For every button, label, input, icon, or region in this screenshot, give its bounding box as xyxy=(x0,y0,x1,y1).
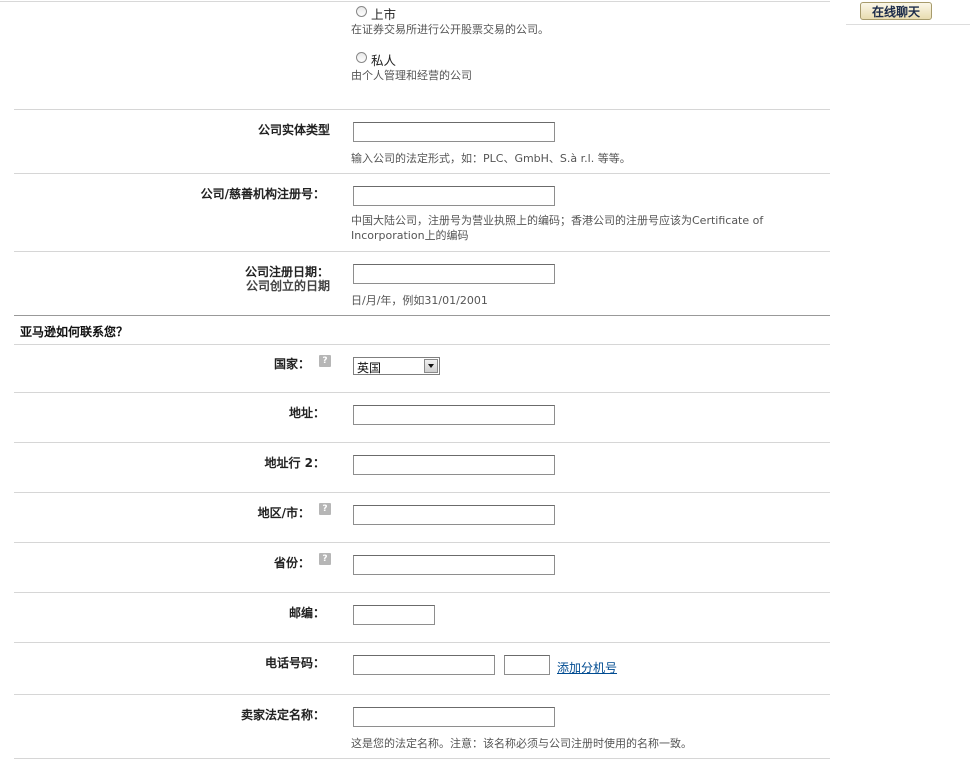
chevron-down-icon[interactable] xyxy=(424,359,438,373)
add-extension-link[interactable]: 添加分机号 xyxy=(557,659,617,676)
phone-label: 电话号码： xyxy=(264,656,325,670)
divider xyxy=(14,392,830,393)
province-label: 省份： xyxy=(273,556,310,570)
divider xyxy=(14,344,830,345)
reg-number-label: 公司/慈善机构注册号： xyxy=(200,187,325,201)
divider xyxy=(14,694,830,695)
phone-input[interactable] xyxy=(353,655,495,675)
private-radio[interactable] xyxy=(356,52,367,63)
help-question-icon[interactable]: ? xyxy=(319,355,331,367)
private-help: 由个人管理和经营的公司 xyxy=(351,69,472,82)
country-label: 国家： xyxy=(273,357,310,371)
postcode-label: 邮编： xyxy=(288,606,325,620)
province-input[interactable] xyxy=(353,555,555,575)
address2-input[interactable] xyxy=(353,455,555,475)
divider xyxy=(14,442,830,443)
legal-name-help: 这是您的法定名称。注意：该名称必须与公司注册时使用的名称一致。 xyxy=(351,737,692,750)
city-input[interactable] xyxy=(353,505,555,525)
divider xyxy=(14,109,830,110)
listed-help: 在证券交易所进行公开股票交易的公司。 xyxy=(351,23,549,36)
divider xyxy=(14,173,830,174)
live-chat-button[interactable]: 在线聊天 xyxy=(860,2,932,20)
entity-type-input[interactable] xyxy=(353,122,555,142)
postcode-input[interactable] xyxy=(353,605,435,625)
section-divider xyxy=(14,315,830,316)
divider xyxy=(14,642,830,643)
reg-date-help: 日/月/年，例如31/01/2001 xyxy=(351,294,488,307)
help-question-icon[interactable]: ? xyxy=(319,503,331,515)
listed-radio[interactable] xyxy=(356,6,367,17)
phone-extension-input[interactable] xyxy=(504,655,550,675)
divider xyxy=(14,592,830,593)
help-question-icon[interactable]: ? xyxy=(319,553,331,565)
contact-section-title: 亚马逊如何联系您？ xyxy=(20,325,129,339)
entity-type-help: 输入公司的法定形式，如：PLC、GmbH、S.à r.l. 等等。 xyxy=(351,152,631,165)
legal-name-label: 卖家法定名称： xyxy=(240,708,325,722)
address-input[interactable] xyxy=(353,405,555,425)
address2-label: 地址行 2： xyxy=(264,456,325,470)
reg-date-sublabel: 公司创立的日期 xyxy=(245,279,330,293)
divider xyxy=(14,542,830,543)
reg-date-input[interactable] xyxy=(353,264,555,284)
divider xyxy=(14,758,830,759)
divider xyxy=(14,251,830,252)
address-label: 地址： xyxy=(288,406,325,420)
divider xyxy=(14,492,830,493)
city-label: 地区/市： xyxy=(257,506,310,520)
entity-type-label: 公司实体类型 xyxy=(257,123,330,137)
chat-divider xyxy=(846,24,970,25)
country-selected: 英国 xyxy=(357,361,382,375)
reg-number-help: 中国大陆公司，注册号为营业执照上的编码；香港公司的注册号应该为Certifica… xyxy=(351,214,764,242)
top-divider xyxy=(0,1,830,2)
country-select[interactable]: 英国 xyxy=(353,357,440,375)
legal-name-input[interactable] xyxy=(353,707,555,727)
reg-number-input[interactable] xyxy=(353,186,555,206)
